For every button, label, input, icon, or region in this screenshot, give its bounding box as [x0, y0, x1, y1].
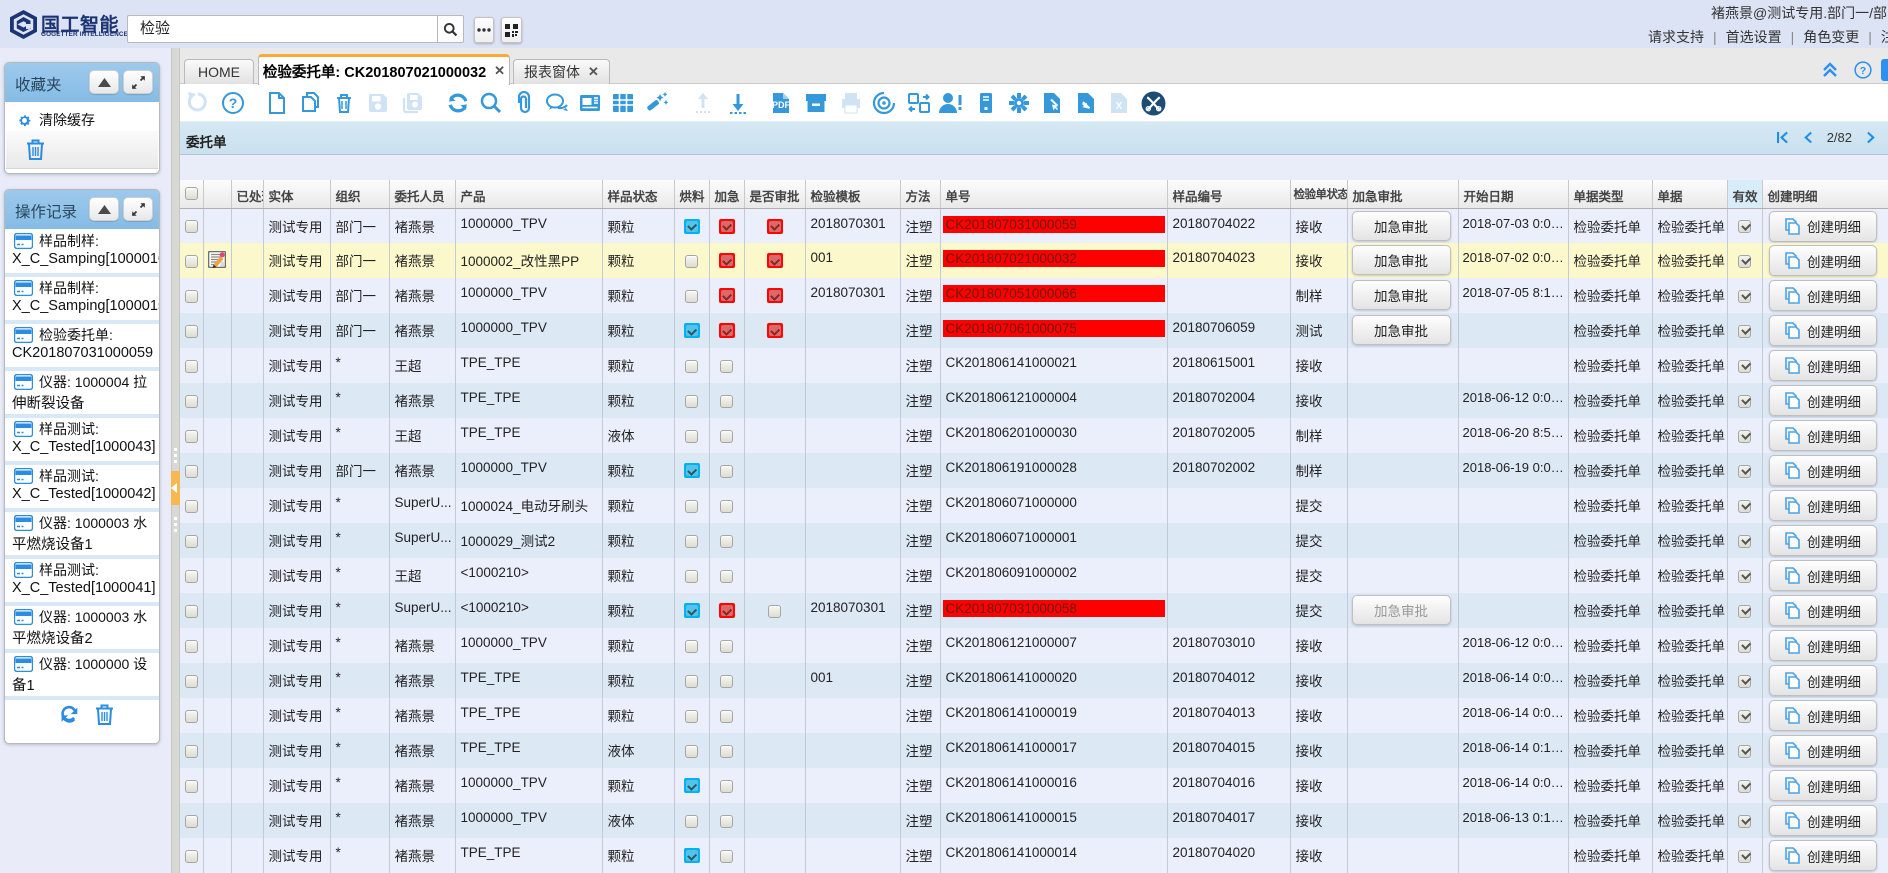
svg-text:X: X: [1116, 101, 1123, 112]
svg-text:?: ?: [1860, 65, 1866, 77]
svg-text:?: ?: [229, 95, 238, 111]
svg-text:PDF: PDF: [772, 100, 791, 110]
